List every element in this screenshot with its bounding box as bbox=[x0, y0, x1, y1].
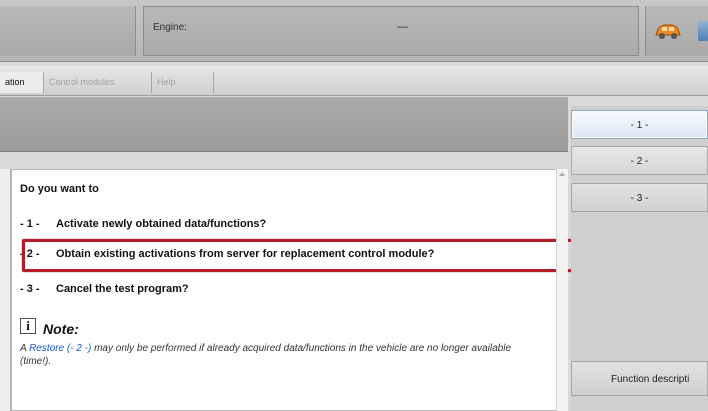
restore-link[interactable]: Restore (- 2 -) bbox=[29, 343, 91, 354]
engine-value: — bbox=[397, 21, 408, 33]
note-heading: Note: bbox=[43, 321, 79, 337]
answer-3-button[interactable]: - 3 - bbox=[571, 183, 708, 212]
dialog-prompt: Do you want to bbox=[20, 183, 99, 195]
left-panel-edge bbox=[0, 169, 11, 411]
vehicle-status-cell[interactable] bbox=[645, 6, 708, 56]
header-info-cell bbox=[0, 6, 136, 56]
option-number: - 1 - bbox=[20, 218, 40, 230]
tab-bar: ation Control modules Help bbox=[0, 66, 708, 96]
engine-info-cell: Engine: — bbox=[143, 6, 639, 56]
dialog-scrollbar[interactable] bbox=[556, 169, 568, 411]
tab-operation[interactable]: ation bbox=[0, 72, 44, 93]
option-highlight-box bbox=[22, 239, 580, 272]
question-dialog: Do you want to - 1 - Activate newly obtai… bbox=[11, 169, 580, 411]
scroll-up-icon[interactable] bbox=[559, 172, 565, 176]
note-text: A Restore (- 2 -) may only be performed … bbox=[20, 342, 530, 368]
option-text: Cancel the test program? bbox=[56, 283, 189, 295]
option-number: - 3 - bbox=[20, 283, 40, 295]
tab-help[interactable]: Help bbox=[152, 72, 214, 93]
answer-1-button[interactable]: - 1 - bbox=[571, 110, 708, 139]
info-icon: i bbox=[20, 318, 36, 334]
option-cancel-test: - 3 - Cancel the test program? bbox=[20, 283, 189, 303]
engine-label: Engine: bbox=[153, 22, 187, 33]
note-text-prefix: A bbox=[20, 343, 30, 354]
answer-2-button[interactable]: - 2 - bbox=[571, 146, 708, 175]
top-header-bar: Engine: — bbox=[0, 0, 708, 62]
blue-device-icon[interactable] bbox=[698, 21, 708, 41]
instruction-area-background bbox=[0, 97, 568, 152]
option-activate-data: - 1 - Activate newly obtained data/functi… bbox=[20, 218, 266, 238]
tab-control-modules[interactable]: Control modules bbox=[44, 72, 152, 93]
function-description-button[interactable]: Function descripti bbox=[571, 361, 708, 396]
car-icon bbox=[655, 24, 681, 39]
note-text-suffix: may only be performed if already acquire… bbox=[20, 343, 512, 367]
option-text: Activate newly obtained data/functions? bbox=[56, 218, 267, 230]
